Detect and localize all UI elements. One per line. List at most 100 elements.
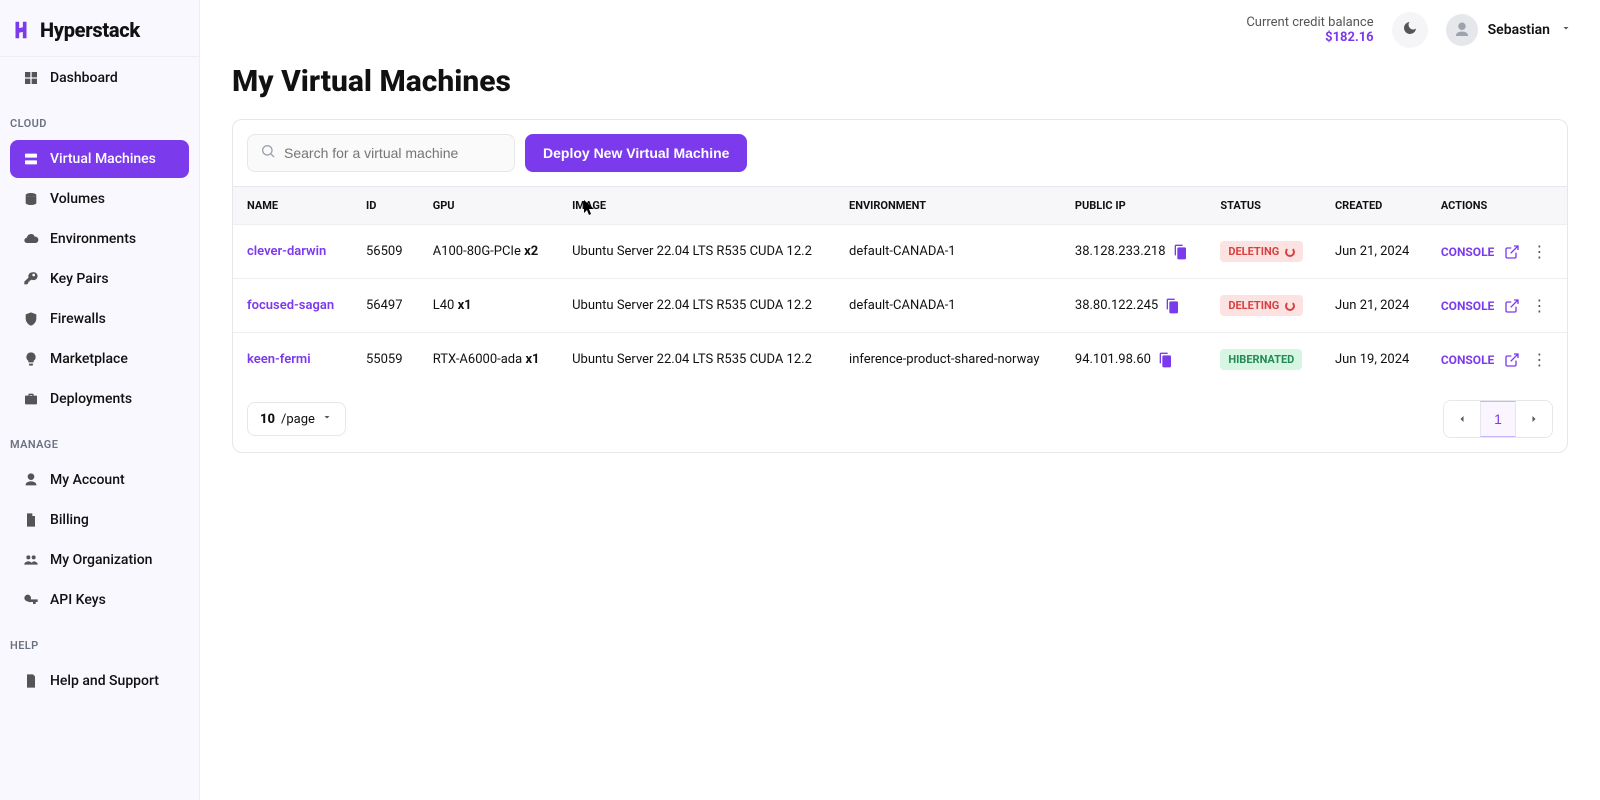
doc-icon [22,672,40,690]
sidebar-nav: Dashboard CLOUD Virtual Machines Volumes Env… [0,57,199,702]
sidebar-item-marketplace[interactable]: Marketplace [10,340,189,378]
search-icon [260,143,276,163]
sidebar-item-help-support[interactable]: Help and Support [10,662,189,700]
console-button[interactable]: CONSOLE [1441,245,1495,259]
external-link-icon[interactable] [1504,352,1520,368]
sidebar-item-volumes[interactable]: Volumes [10,180,189,218]
vm-id: 56497 [352,279,419,333]
vm-name-link[interactable]: keen-fermi [247,352,311,367]
credit-balance-label: Current credit balance [1246,15,1373,30]
table-row: clever-darwin 56509 A100-80G-PCIe x2 Ubu… [233,225,1567,279]
sidebar-item-environments[interactable]: Environments [10,220,189,258]
sidebar-item-billing[interactable]: Billing [10,501,189,539]
status-badge: DELETING [1220,295,1303,316]
spinner-icon [1285,301,1295,311]
vm-image: Ubuntu Server 22.04 LTS R535 CUDA 12.2 [558,225,835,279]
sidebar-item-label: My Account [50,472,125,488]
sidebar-item-label: Billing [50,512,89,528]
sidebar-section-label: CLOUD [0,99,199,138]
sidebar-item-my-organization[interactable]: My Organization [10,541,189,579]
vm-environment: default-CANADA-1 [835,225,1061,279]
main-area: Current credit balance $182.16 Sebastian… [200,0,1600,800]
page-next-button[interactable] [1516,401,1552,437]
vm-public-ip: 38.80.122.245 [1075,298,1158,313]
sidebar-item-label: Deployments [50,391,132,407]
user-menu[interactable]: Sebastian [1446,14,1572,46]
sidebar-item-label: Firewalls [50,311,106,327]
grid-icon [22,69,40,87]
row-actions-menu[interactable]: ⋮ [1530,244,1548,260]
sidebar-item-api-keys[interactable]: API Keys [10,581,189,619]
vm-id: 55059 [352,333,419,387]
copy-ip-button[interactable] [1164,298,1180,314]
vm-gpu: A100-80G-PCIe x2 [419,225,558,279]
status-badge: DELETING [1220,241,1303,262]
sidebar-section-label: MANAGE [0,420,199,459]
sidebar-item-deployments[interactable]: Deployments [10,380,189,418]
key-icon [22,270,40,288]
sidebar-item-label: Virtual Machines [50,151,156,167]
sidebar-item-label: Marketplace [50,351,128,367]
page-prev-button[interactable] [1444,401,1480,437]
sidebar-item-firewalls[interactable]: Firewalls [10,300,189,338]
copy-ip-button[interactable] [1157,352,1173,368]
column-header: ID [352,187,419,225]
column-header: ENVIRONMENT [835,187,1061,225]
search-input-wrapper[interactable] [247,134,515,172]
vm-name-link[interactable]: focused-sagan [247,298,334,313]
chevron-down-icon [321,411,333,427]
vm-table: NAMEIDGPUIMAGEENVIRONMENTPUBLIC IPSTATUS… [233,186,1567,386]
column-header: STATUS [1206,187,1321,225]
sidebar-item-virtual-machines[interactable]: Virtual Machines [10,140,189,178]
vm-public-ip: 94.101.98.60 [1075,352,1151,367]
column-header: NAME [233,187,352,225]
row-actions-menu[interactable]: ⋮ [1530,352,1548,368]
page-size-value: 10 [260,412,275,427]
file-icon [22,511,40,529]
sidebar-item-label: Help and Support [50,673,159,689]
external-link-icon[interactable] [1504,298,1520,314]
briefcase-icon [22,390,40,408]
vm-created: Jun 21, 2024 [1321,225,1427,279]
search-input[interactable] [276,135,502,171]
cloud-icon [22,230,40,248]
column-header: ACTIONS [1427,187,1567,225]
avatar-icon [1446,14,1478,46]
deploy-vm-button[interactable]: Deploy New Virtual Machine [525,134,747,172]
column-header: IMAGE [558,187,835,225]
brand-logo[interactable]: Hyperstack [0,0,199,57]
user-icon [22,471,40,489]
moon-icon [1402,20,1418,40]
sidebar-item-key-pairs[interactable]: Key Pairs [10,260,189,298]
console-button[interactable]: CONSOLE [1441,353,1495,367]
content: My Virtual Machines Deploy New Virtual M… [200,60,1600,485]
row-actions-menu[interactable]: ⋮ [1530,298,1548,314]
toolbar: Deploy New Virtual Machine [233,120,1567,186]
table-row: keen-fermi 55059 RTX-A6000-ada x1 Ubuntu… [233,333,1567,387]
vm-environment: default-CANADA-1 [835,279,1061,333]
table-row: focused-sagan 56497 L40 x1 Ubuntu Server… [233,279,1567,333]
sidebar-item-label: Key Pairs [50,271,109,287]
vm-gpu: RTX-A6000-ada x1 [419,333,558,387]
vm-gpu: L40 x1 [419,279,558,333]
sidebar-item-dashboard[interactable]: Dashboard [10,59,189,97]
copy-ip-button[interactable] [1172,244,1188,260]
user-name: Sebastian [1488,22,1550,38]
vm-image: Ubuntu Server 22.04 LTS R535 CUDA 12.2 [558,279,835,333]
sidebar-item-label: Dashboard [50,70,118,86]
theme-toggle-button[interactable] [1392,12,1428,48]
pagination: 1 [1443,400,1553,438]
external-link-icon[interactable] [1504,244,1520,260]
console-button[interactable]: CONSOLE [1441,299,1495,313]
page-current[interactable]: 1 [1480,401,1516,437]
vm-image: Ubuntu Server 22.04 LTS R535 CUDA 12.2 [558,333,835,387]
sidebar-item-label: Environments [50,231,136,247]
column-header: GPU [419,187,558,225]
sidebar-item-my-account[interactable]: My Account [10,461,189,499]
vm-created: Jun 21, 2024 [1321,279,1427,333]
brand-name: Hyperstack [40,18,140,42]
page-size-select[interactable]: 10/page [247,402,346,436]
vm-name-link[interactable]: clever-darwin [247,244,326,259]
vm-created: Jun 19, 2024 [1321,333,1427,387]
disk-icon [22,190,40,208]
